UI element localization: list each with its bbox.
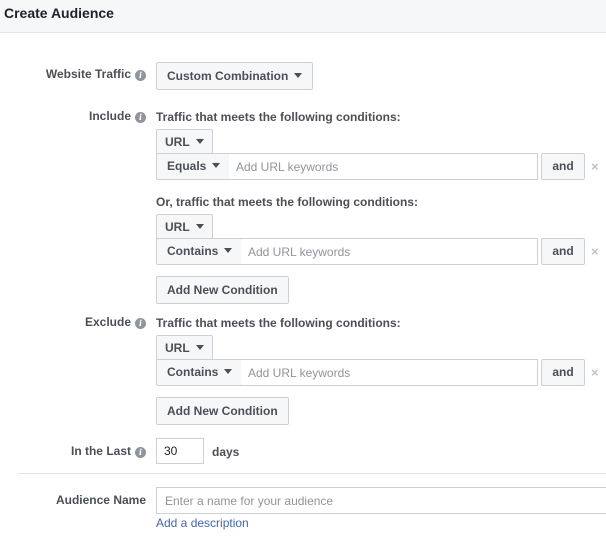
include-heading-1: Traffic that meets the following conditi… xyxy=(156,110,401,124)
dialog-title: Create Audience xyxy=(4,5,114,21)
include-1-keywords-field[interactable] xyxy=(229,153,538,180)
include-1-and-button[interactable]: and xyxy=(541,153,585,180)
chevron-down-icon xyxy=(224,248,233,253)
include-heading-2: Or, traffic that meets the following con… xyxy=(156,195,419,209)
in-the-last-label: In the Last i xyxy=(71,444,146,458)
dialog-header: Create Audience xyxy=(0,0,606,33)
exclude-keywords-input[interactable] xyxy=(241,360,537,385)
days-unit: days xyxy=(212,445,240,459)
section-divider xyxy=(18,473,606,474)
days-field[interactable] xyxy=(156,438,204,464)
exclude-add-condition-button[interactable]: Add New Condition xyxy=(156,397,289,425)
info-icon[interactable]: i xyxy=(135,447,146,458)
close-icon[interactable]: × xyxy=(591,366,599,379)
chevron-down-icon xyxy=(195,224,204,229)
chevron-down-icon xyxy=(212,163,221,168)
audience-name-input[interactable] xyxy=(157,488,606,513)
chevron-down-icon xyxy=(195,139,204,144)
include-label: Include i xyxy=(89,109,146,123)
exclude-label: Exclude i xyxy=(85,315,146,329)
days-input[interactable] xyxy=(157,439,203,463)
chevron-down-icon xyxy=(224,369,233,374)
close-icon[interactable]: × xyxy=(591,245,599,258)
include-1-operator-dropdown[interactable]: Equals xyxy=(156,153,230,180)
chevron-down-icon xyxy=(294,73,303,78)
chevron-down-icon xyxy=(195,345,204,350)
include-1-keywords-input[interactable] xyxy=(229,154,537,179)
audience-name-field[interactable] xyxy=(156,487,606,514)
exclude-operator-dropdown[interactable]: Contains xyxy=(156,359,242,386)
add-description-link[interactable]: Add a description xyxy=(156,516,249,530)
include-add-condition-button[interactable]: Add New Condition xyxy=(156,276,289,304)
include-2-keywords-input[interactable] xyxy=(241,239,537,264)
exclude-heading: Traffic that meets the following conditi… xyxy=(156,316,401,330)
include-2-and-button[interactable]: and xyxy=(541,238,585,265)
exclude-field-dropdown[interactable]: URL xyxy=(156,335,213,361)
exclude-keywords-field[interactable] xyxy=(241,359,538,386)
website-traffic-label: Website Traffic i xyxy=(46,67,146,81)
close-icon[interactable]: × xyxy=(591,160,599,173)
info-icon[interactable]: i xyxy=(135,318,146,329)
audience-name-label: Audience Name xyxy=(55,493,146,507)
info-icon[interactable]: i xyxy=(135,70,146,81)
exclude-and-button[interactable]: and xyxy=(541,359,585,386)
include-2-field-dropdown[interactable]: URL xyxy=(156,214,213,240)
include-1-field-dropdown[interactable]: URL xyxy=(156,129,213,155)
include-2-operator-dropdown[interactable]: Contains xyxy=(156,238,242,265)
include-2-keywords-field[interactable] xyxy=(241,238,538,265)
website-traffic-dropdown[interactable]: Custom Combination xyxy=(156,62,314,90)
info-icon[interactable]: i xyxy=(135,112,146,123)
